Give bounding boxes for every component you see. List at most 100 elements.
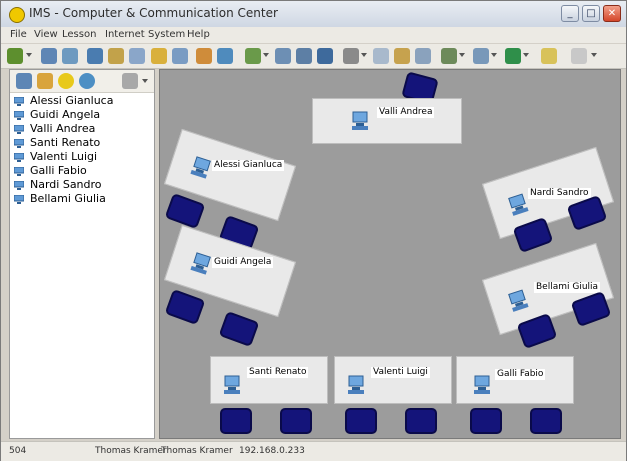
globe-icon[interactable] xyxy=(441,48,457,64)
list-item[interactable]: Guidi Angela xyxy=(12,108,113,122)
paste-icon[interactable] xyxy=(296,48,312,64)
chair xyxy=(164,192,206,230)
gear-icon[interactable] xyxy=(343,48,359,64)
monitor-icon[interactable] xyxy=(41,48,57,64)
student-name: Bellami Giulia xyxy=(30,192,106,205)
user-icon[interactable] xyxy=(394,48,410,64)
list-item[interactable]: Alessi Gianluca xyxy=(12,94,113,108)
student-list: Alessi Gianluca Guidi Angela Valli Andre… xyxy=(12,94,113,206)
lock-icon[interactable] xyxy=(129,48,145,64)
list-item[interactable]: Bellami Giulia xyxy=(12,192,113,206)
chair xyxy=(345,408,377,434)
student-name: Guidi Angela xyxy=(30,108,101,121)
status-user: Thomas Kramer xyxy=(95,446,167,456)
computer-icon xyxy=(13,96,25,106)
transfer-icon[interactable] xyxy=(172,48,188,64)
computer-icon[interactable] xyxy=(351,109,371,131)
chair xyxy=(280,408,312,434)
list-item[interactable]: Valenti Luigi xyxy=(12,150,113,164)
chevron-down-icon[interactable] xyxy=(459,53,465,57)
computer-label: Galli Fabio xyxy=(495,369,546,380)
student-name: Valli Andrea xyxy=(30,122,96,135)
list-item[interactable]: Nardi Sandro xyxy=(12,178,113,192)
search-icon[interactable] xyxy=(571,48,587,64)
chevron-down-icon[interactable] xyxy=(142,79,148,83)
chevron-down-icon[interactable] xyxy=(491,53,497,57)
computer-icon xyxy=(13,166,25,176)
menu-file[interactable]: File xyxy=(10,29,27,40)
student-name: Nardi Sandro xyxy=(30,178,102,191)
title-bar: IMS - Computer & Communication Center _ … xyxy=(1,1,626,28)
window-icon[interactable] xyxy=(473,48,489,64)
computer-icon[interactable] xyxy=(223,373,243,395)
menu-lesson[interactable]: Lesson xyxy=(62,29,96,40)
computer-label: Valenti Luigi xyxy=(371,367,430,378)
app-logo-icon xyxy=(9,7,25,23)
minimize-button[interactable]: _ xyxy=(561,5,579,22)
tools-icon[interactable] xyxy=(373,48,389,64)
maximize-button[interactable]: □ xyxy=(582,5,600,22)
menu-view[interactable]: View xyxy=(34,29,58,40)
computer-label: Santi Renato xyxy=(247,367,309,378)
computer-icon xyxy=(13,138,25,148)
chair xyxy=(164,288,206,326)
grid-icon[interactable] xyxy=(122,73,138,89)
display-icon[interactable] xyxy=(217,48,233,64)
list-item[interactable]: Valli Andrea xyxy=(12,122,113,136)
computer-label: Bellami Giulia xyxy=(534,282,601,293)
chevron-down-icon[interactable] xyxy=(26,53,32,57)
status-user: Thomas Kramer xyxy=(161,446,233,456)
status-bar: 504 Thomas Kramer Thomas Kramer 192.168.… xyxy=(1,441,626,461)
app-window: IMS - Computer & Communication Center _ … xyxy=(0,0,627,461)
computer-label: Nardi Sandro xyxy=(528,188,591,199)
computer-icon[interactable] xyxy=(347,373,367,395)
panel-toolbar xyxy=(10,70,154,93)
chevron-down-icon[interactable] xyxy=(523,53,529,57)
student-name: Alessi Gianluca xyxy=(30,94,114,107)
chevron-down-icon[interactable] xyxy=(361,53,367,57)
menu-bar: File View Lesson Internet System Help xyxy=(1,27,626,43)
student-name: Galli Fabio xyxy=(30,164,87,177)
student-name: Santi Renato xyxy=(30,136,101,149)
globe-icon[interactable] xyxy=(79,73,95,89)
computer-icon[interactable] xyxy=(473,373,493,395)
screen-icon[interactable] xyxy=(62,48,78,64)
computer-icon[interactable] xyxy=(16,73,32,89)
help-icon[interactable] xyxy=(317,48,333,64)
desk[interactable]: Valli Andrea xyxy=(312,98,462,144)
list-item[interactable]: Santi Renato xyxy=(12,136,113,150)
chevron-down-icon[interactable] xyxy=(591,53,597,57)
menu-internet[interactable]: Internet xyxy=(105,29,145,40)
menu-help[interactable]: Help xyxy=(187,29,210,40)
close-button[interactable]: ✕ xyxy=(603,5,621,22)
calendar-icon[interactable] xyxy=(541,48,557,64)
desk[interactable]: Santi Renato xyxy=(210,356,328,404)
desk[interactable]: Galli Fabio xyxy=(456,356,574,404)
chevron-down-icon[interactable] xyxy=(263,53,269,57)
chair xyxy=(470,408,502,434)
keyboard-icon[interactable] xyxy=(275,48,291,64)
users-icon[interactable] xyxy=(7,48,23,64)
chair xyxy=(530,408,562,434)
computer-icon xyxy=(13,180,25,190)
desk[interactable]: Valenti Luigi xyxy=(334,356,452,404)
computer-label: Guidi Angela xyxy=(212,257,274,268)
computer-label: Alessi Gianluca xyxy=(212,160,285,171)
folder-icon[interactable] xyxy=(196,48,212,64)
network-icon[interactable] xyxy=(245,48,261,64)
menu-system[interactable]: System xyxy=(148,29,185,40)
computer-icon[interactable] xyxy=(506,286,532,313)
computer-icon xyxy=(13,110,25,120)
list-item[interactable]: Galli Fabio xyxy=(12,164,113,178)
computer-icon xyxy=(13,194,25,204)
note-icon[interactable] xyxy=(108,48,124,64)
internet-icon[interactable] xyxy=(505,48,521,64)
computer-label: Valli Andrea xyxy=(377,107,435,118)
broadcast-icon[interactable] xyxy=(87,48,103,64)
folder-icon[interactable] xyxy=(37,73,53,89)
classroom-view[interactable]: Valli Andrea Alessi Gianluca Guidi Angel… xyxy=(159,69,621,439)
chair xyxy=(405,408,437,434)
settings-icon[interactable] xyxy=(415,48,431,64)
chat-icon[interactable] xyxy=(151,48,167,64)
clock-icon[interactable] xyxy=(58,73,74,89)
